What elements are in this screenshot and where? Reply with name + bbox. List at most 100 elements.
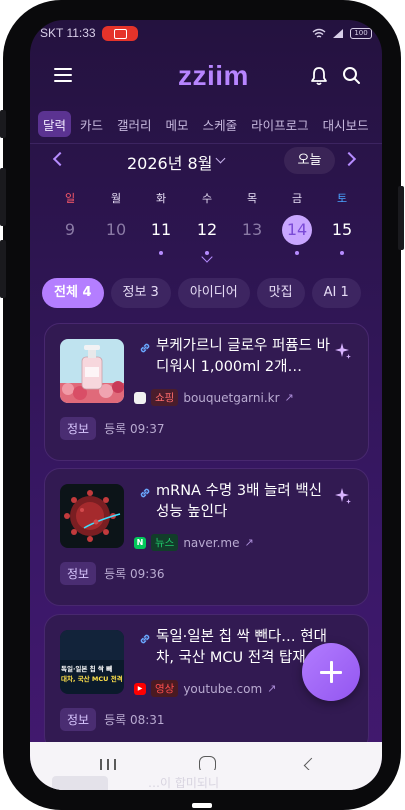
tab-calendar[interactable]: 달력 — [38, 111, 72, 137]
registered-time: 등록 09:36 — [104, 567, 165, 581]
wifi-icon — [312, 28, 326, 38]
tab-dashboard[interactable]: 대시보드 — [318, 111, 374, 137]
day-cell[interactable]: 화 11 — [141, 190, 181, 255]
scrolled-content-peek: …이 합미되니 — [30, 770, 382, 790]
cast-icon — [101, 25, 138, 41]
day-cell[interactable]: 목 13 — [232, 190, 272, 245]
card-meta: 정보 등록 09:36 — [60, 562, 165, 585]
card-thumbnail — [60, 484, 124, 548]
side-button — [0, 110, 6, 138]
plus-icon — [330, 661, 333, 683]
day-cell[interactable]: 월 10 — [96, 190, 136, 245]
registered-time: 등록 08:31 — [104, 713, 165, 727]
side-button — [0, 168, 6, 226]
link-icon — [140, 634, 150, 644]
card-title: mRNA 수명 3배 늘려 백신 성능 높인다 — [156, 483, 323, 520]
peek-title: …이 합미되니 — [148, 776, 220, 790]
category-badge: 영상 — [151, 680, 179, 697]
link-icon — [140, 488, 150, 498]
bell-icon[interactable] — [310, 66, 328, 86]
category-badge: 뉴스 — [151, 534, 179, 551]
day-name: 목 — [246, 192, 258, 205]
app-header: zziim — [30, 56, 382, 96]
next-week-icon[interactable] — [341, 151, 357, 167]
divider — [30, 143, 382, 144]
side-button — [0, 240, 6, 298]
card-title: 부케가르니 글로우 퍼퓸드 바디워시 1,000ml 2개… — [156, 338, 330, 375]
status-time: SKT 11:33 — [40, 26, 96, 40]
thumbnail-background — [60, 630, 124, 660]
day-number: 12 — [196, 220, 218, 239]
tab-memo[interactable]: 메모 — [161, 111, 194, 137]
external-link-icon[interactable]: ↗ — [245, 536, 254, 549]
day-number: 13 — [241, 220, 263, 239]
peek-thumbnail — [52, 776, 108, 790]
card-thumbnail — [60, 339, 124, 403]
chip-all[interactable]: 전체 4 — [42, 278, 104, 308]
card-source: ▶ 영상 youtube.com ↗ — [134, 680, 276, 697]
chip-idea[interactable]: 아이디어 — [177, 278, 250, 308]
side-button — [398, 186, 404, 250]
event-dot — [340, 251, 344, 255]
tab-schedule[interactable]: 스케줄 — [198, 111, 243, 137]
view-tabs: 달력 카드 갤러리 메모 스케줄 라이프로그 대시보드 — [38, 111, 374, 137]
external-link-icon[interactable]: ↗ — [267, 682, 276, 695]
sparkle-icon[interactable] — [334, 487, 352, 505]
external-link-icon[interactable]: ↗ — [285, 391, 294, 404]
month-label[interactable]: 2026년 8월 — [127, 150, 212, 174]
source-domain: youtube.com — [183, 681, 263, 696]
day-name: 일 — [64, 192, 76, 205]
tab-lifelog[interactable]: 라이프로그 — [246, 111, 314, 137]
day-number: 14 — [282, 215, 312, 245]
site-favicon — [134, 391, 146, 404]
tab-card[interactable]: 카드 — [75, 111, 108, 137]
app-logo: zziim — [178, 60, 249, 91]
day-name: 월 — [110, 192, 122, 205]
youtube-icon: ▶ — [134, 682, 146, 695]
day-name: 화 — [155, 192, 167, 205]
thumbnail-caption: 독일·일본 칩 싹 빼 — [61, 665, 113, 673]
chip-info[interactable]: 정보 3 — [110, 278, 171, 308]
day-number: 11 — [150, 220, 172, 239]
registered-time: 등록 09:37 — [104, 422, 165, 436]
status-bar: SKT 11:33 100 — [30, 20, 382, 46]
day-number: 15 — [331, 220, 353, 239]
signal-icon — [333, 28, 343, 38]
content-card[interactable]: 부케가르니 글로우 퍼퓸드 바디워시 1,000ml 2개… 쇼핑 bouque… — [44, 323, 369, 461]
day-cell[interactable]: 수 12 — [187, 190, 227, 255]
day-number: 10 — [105, 220, 127, 239]
event-dot — [295, 251, 299, 255]
today-button[interactable]: 오늘 — [284, 147, 335, 174]
day-name: 금 — [291, 192, 303, 205]
add-button[interactable] — [302, 643, 360, 701]
naver-icon: N — [134, 536, 146, 549]
sparkle-icon[interactable] — [334, 342, 352, 360]
source-domain: naver.me — [183, 535, 240, 550]
card-source: N 뉴스 naver.me ↗ — [134, 534, 254, 551]
search-icon[interactable] — [342, 66, 361, 85]
tab-gallery[interactable]: 갤러리 — [112, 111, 157, 137]
card-tag: 정보 — [60, 708, 97, 731]
thumbnail-caption: 대차, 국산 MCU 전격 탑 — [61, 675, 124, 683]
content-card[interactable]: mRNA 수명 3배 늘려 백신 성능 높인다 N 뉴스 naver.me ↗ … — [44, 468, 369, 606]
app-screen: SKT 11:33 100 zziim 달력 카드 갤러리 메모 스케줄 라이프… — [30, 20, 382, 790]
chip-ai[interactable]: AI 1 — [311, 278, 361, 308]
day-cell[interactable]: 토 15 — [322, 190, 362, 255]
prev-week-icon[interactable] — [52, 151, 68, 167]
category-badge: 쇼핑 — [151, 389, 179, 406]
bottom-indicator — [192, 803, 212, 808]
day-name: 토 — [336, 192, 348, 205]
card-tag: 정보 — [60, 417, 97, 440]
day-cell-selected[interactable]: 금 14 — [277, 190, 317, 255]
filter-chips: 전체 4 정보 3 아이디어 맛집 AI 1 — [42, 278, 361, 308]
chevron-down-icon[interactable] — [215, 153, 226, 164]
card-meta: 정보 등록 09:37 — [60, 417, 165, 440]
menu-icon[interactable] — [54, 68, 72, 82]
card-thumbnail: 독일·일본 칩 싹 빼 대차, 국산 MCU 전격 탑 — [60, 630, 124, 694]
card-meta: 정보 등록 08:31 — [60, 708, 165, 731]
month-navigator: 2026년 8월 오늘 — [30, 147, 382, 178]
day-cell[interactable]: 일 9 — [50, 190, 90, 245]
phone-frame: SKT 11:33 100 zziim 달력 카드 갤러리 메모 스케줄 라이프… — [0, 0, 404, 810]
chip-restaurant[interactable]: 맛집 — [256, 278, 305, 308]
day-number: 9 — [64, 220, 76, 239]
